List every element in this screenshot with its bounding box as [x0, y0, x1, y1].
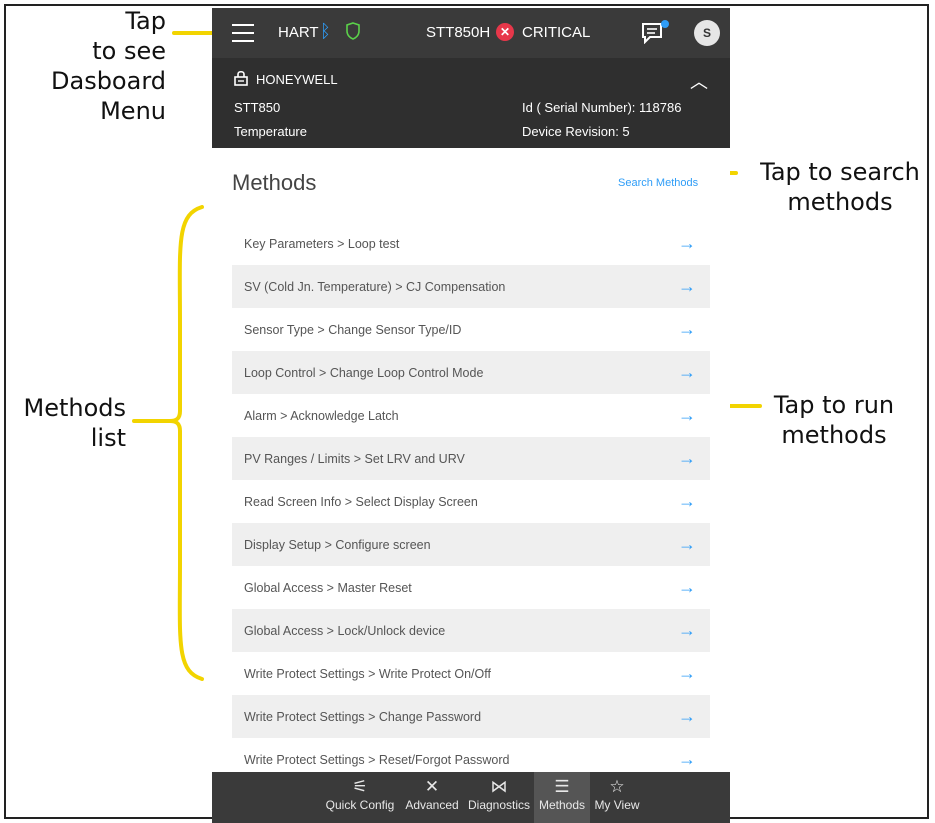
arrow-right-icon[interactable]: → — [678, 362, 696, 383]
method-label: Sensor Type > Change Sensor Type/ID — [244, 322, 462, 337]
arrow-right-icon[interactable]: → — [678, 663, 696, 684]
list-item[interactable]: Loop Control > Change Loop Control Mode → — [232, 351, 710, 394]
device-type: Temperature — [234, 124, 307, 139]
list-item[interactable]: Global Access > Master Reset → — [232, 566, 710, 609]
arrow-right-icon[interactable]: → — [678, 749, 696, 770]
method-label: Write Protect Settings > Write Protect O… — [244, 666, 491, 681]
arrow-right-icon[interactable]: → — [678, 706, 696, 727]
bracket-methods-list — [169, 205, 204, 681]
top-bar: HART ᛒ STT850H ✕ CRITICAL S — [212, 8, 730, 58]
method-label: Write Protect Settings > Reset/Forgot Pa… — [244, 752, 510, 767]
chat-icon[interactable] — [641, 22, 663, 44]
tools-icon: ✕ — [424, 777, 440, 796]
arrow-right-icon[interactable]: → — [678, 577, 696, 598]
method-label: Global Access > Master Reset — [244, 580, 412, 595]
nav-diagnostics[interactable]: ⋈ Diagnostics — [464, 772, 534, 823]
arrow-right-icon[interactable]: → — [678, 276, 696, 297]
app-screen: HART ᛒ STT850H ✕ CRITICAL S HONEYWELL ︿ … — [212, 8, 730, 823]
shield-icon — [346, 22, 360, 40]
method-label: Global Access > Lock/Unlock device — [244, 623, 446, 638]
annotation-methods-list: Methods list — [23, 394, 126, 452]
sliders-icon: ⚟ — [352, 777, 368, 796]
arrow-right-icon[interactable]: → — [678, 319, 696, 340]
device-name: STT850H — [426, 24, 491, 41]
annotation-line-methods-list — [132, 419, 172, 423]
lock-icon — [234, 70, 248, 86]
arrow-right-icon[interactable]: → — [678, 620, 696, 641]
annotation-search: Tap to search methods — [760, 158, 920, 216]
protocol-label: HART — [278, 24, 319, 41]
list-item[interactable]: SV (Cold Jn. Temperature) > CJ Compensat… — [232, 265, 710, 308]
list-item[interactable]: Write Protect Settings > Write Protect O… — [232, 652, 710, 695]
method-label: Read Screen Info > Select Display Screen — [244, 494, 478, 509]
notification-dot — [661, 20, 669, 28]
arrow-right-icon[interactable]: → — [678, 448, 696, 469]
arrow-right-icon[interactable]: → — [678, 534, 696, 555]
list-item[interactable]: PV Ranges / Limits > Set LRV and URV → — [232, 437, 710, 480]
chevron-up-icon[interactable]: ︿ — [690, 68, 708, 94]
device-revision: Device Revision: 5 — [522, 124, 630, 139]
critical-icon: ✕ — [496, 23, 514, 41]
method-label: Display Setup > Configure screen — [244, 537, 431, 552]
method-label: Write Protect Settings > Change Password — [244, 709, 482, 724]
nav-my-view[interactable]: ☆ My View — [590, 772, 644, 823]
list-icon: ☰ — [554, 777, 570, 796]
dna-icon: ⋈ — [490, 777, 508, 796]
device-model: STT850 — [234, 100, 281, 115]
bottom-nav: ⚟ Quick Config ✕ Advanced ⋈ Diagnostics … — [212, 772, 730, 823]
serial-number: Id ( Serial Number): 118786 — [522, 100, 682, 115]
avatar[interactable]: S — [694, 20, 720, 46]
arrow-right-icon[interactable]: → — [678, 405, 696, 426]
nav-advanced[interactable]: ✕ Advanced — [400, 772, 464, 823]
star-icon: ☆ — [609, 777, 625, 796]
list-item[interactable]: Read Screen Info > Select Display Screen… — [232, 480, 710, 523]
arrow-right-icon[interactable]: → — [678, 233, 696, 254]
status-badge[interactable]: CRITICAL — [522, 24, 590, 41]
method-label: PV Ranges / Limits > Set LRV and URV — [244, 451, 465, 466]
method-label: Loop Control > Change Loop Control Mode — [244, 365, 484, 380]
nav-quick-config[interactable]: ⚟ Quick Config — [320, 772, 400, 823]
device-header: HONEYWELL ︿ STT850 Temperature Id ( Seri… — [212, 58, 730, 148]
search-methods-link[interactable]: Search Methods — [618, 177, 698, 189]
method-label: SV (Cold Jn. Temperature) > CJ Compensat… — [244, 279, 506, 294]
list-item[interactable]: Global Access > Lock/Unlock device → — [232, 609, 710, 652]
annotation-dashboard-menu: Tap to see Dasboard Menu — [51, 7, 166, 125]
page-title: Methods — [232, 170, 317, 195]
list-item[interactable]: Alarm > Acknowledge Latch → — [232, 394, 710, 437]
menu-icon[interactable] — [232, 24, 254, 42]
method-label: Alarm > Acknowledge Latch — [244, 408, 399, 423]
method-label: Key Parameters > Loop test — [244, 236, 400, 251]
bluetooth-icon: ᛒ — [320, 21, 331, 41]
brand-name: HONEYWELL — [256, 72, 338, 87]
annotation-run: Tap to run methods — [773, 391, 895, 449]
list-item[interactable]: Key Parameters > Loop test → — [232, 222, 710, 265]
methods-list: Key Parameters > Loop test → SV (Cold Jn.… — [232, 222, 710, 781]
list-item[interactable]: Display Setup > Configure screen → — [232, 523, 710, 566]
nav-methods[interactable]: ☰ Methods — [534, 772, 590, 823]
list-item[interactable]: Sensor Type > Change Sensor Type/ID → — [232, 308, 710, 351]
arrow-right-icon[interactable]: → — [678, 491, 696, 512]
list-item[interactable]: Write Protect Settings > Change Password… — [232, 695, 710, 738]
